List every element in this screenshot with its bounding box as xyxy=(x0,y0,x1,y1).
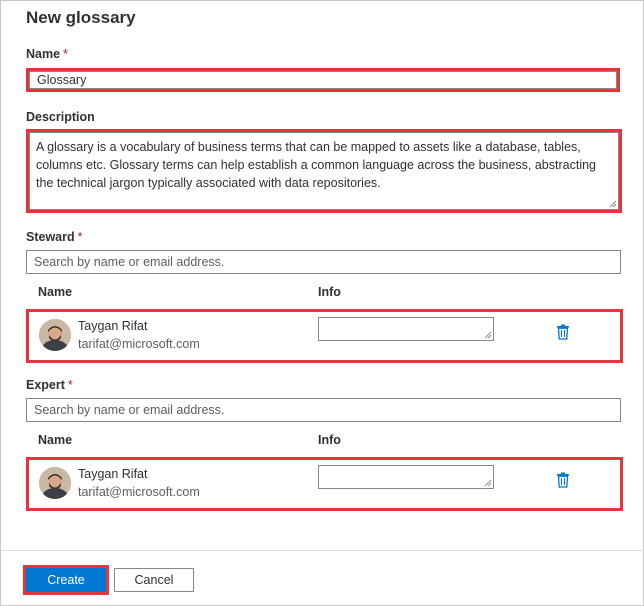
steward-info-column-header: Info xyxy=(318,285,341,299)
expert-person-email: tarifat@microsoft.com xyxy=(78,485,200,499)
description-line-3: the technical jargon typically associate… xyxy=(36,176,381,190)
footer-divider xyxy=(1,550,644,551)
resize-handle-icon[interactable] xyxy=(484,331,492,339)
cancel-button[interactable]: Cancel xyxy=(114,568,194,592)
steward-person-email: tarifat@microsoft.com xyxy=(78,337,200,351)
expert-info-input[interactable] xyxy=(318,465,494,489)
name-label: Name * xyxy=(26,47,68,61)
description-textarea[interactable]: A glossary is a vocabulary of business t… xyxy=(29,132,619,210)
steward-avatar xyxy=(39,319,71,351)
resize-handle-icon[interactable] xyxy=(609,200,617,208)
panel-title: New glossary xyxy=(26,8,136,27)
expert-required-marker: * xyxy=(67,378,73,392)
expert-delete-trash-icon[interactable] xyxy=(556,472,570,488)
expert-name-column-header: Name xyxy=(38,433,73,447)
name-input-value: Glossary xyxy=(37,73,87,87)
description-line-1: A glossary is a vocabulary of business t… xyxy=(36,140,581,154)
steward-delete-trash-icon[interactable] xyxy=(556,324,570,340)
steward-search-placeholder: Search by name or email address. xyxy=(34,255,225,269)
resize-handle-icon[interactable] xyxy=(484,479,492,487)
description-label: Description xyxy=(26,110,95,124)
name-input[interactable]: Glossary xyxy=(29,71,617,89)
steward-person-name: Taygan Rifat xyxy=(78,319,148,333)
create-button[interactable]: Create xyxy=(26,568,106,592)
expert-avatar xyxy=(39,467,71,499)
expert-info-column-header: Info xyxy=(318,433,341,447)
expert-search-placeholder: Search by name or email address. xyxy=(34,403,225,417)
name-required-marker: * xyxy=(63,47,68,61)
steward-required-marker: * xyxy=(77,230,83,244)
expert-label-text: Expert xyxy=(26,378,65,392)
expert-label: Expert * xyxy=(26,378,73,392)
steward-name-column-header: Name xyxy=(38,285,73,299)
expert-person-name: Taygan Rifat xyxy=(78,467,148,481)
expert-search-input[interactable]: Search by name or email address. xyxy=(26,398,621,422)
name-label-text: Name xyxy=(26,47,61,61)
steward-info-input[interactable] xyxy=(318,317,494,341)
new-glossary-panel: New glossary Name * Glossary Description … xyxy=(0,0,644,606)
steward-label: Steward * xyxy=(26,230,83,244)
description-line-2: columns etc. Glossary terms can help est… xyxy=(36,158,596,172)
steward-search-input[interactable]: Search by name or email address. xyxy=(26,250,621,274)
steward-label-text: Steward xyxy=(26,230,75,244)
